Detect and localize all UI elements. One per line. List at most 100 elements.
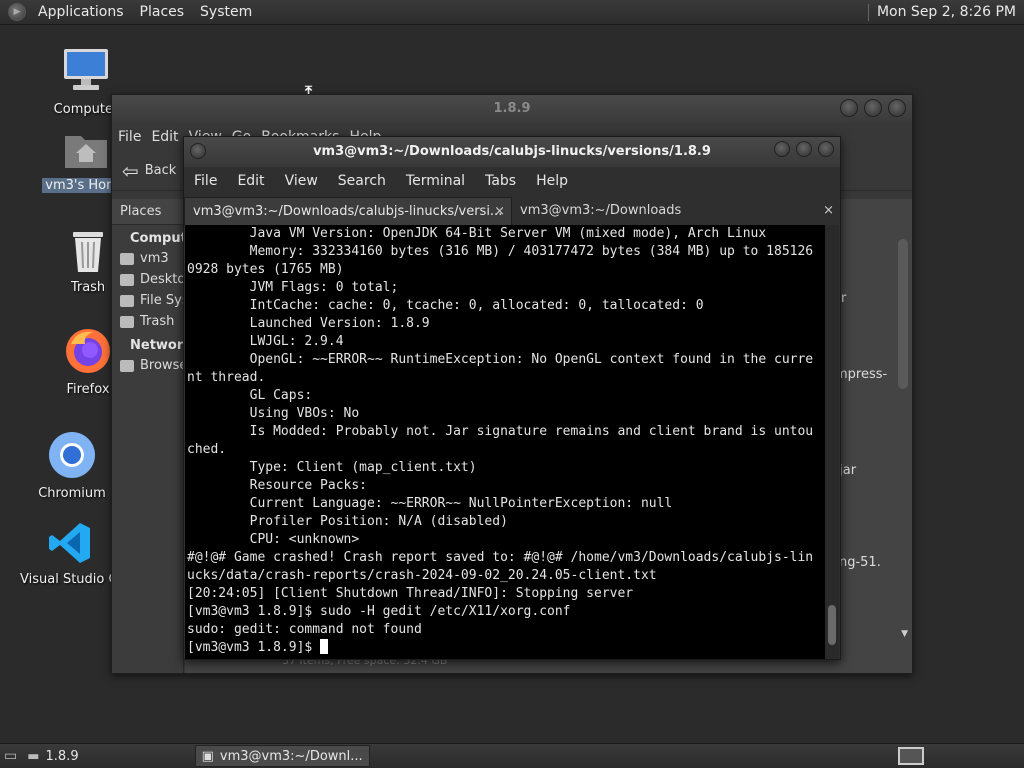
applications-menu[interactable]: Applications: [30, 0, 132, 25]
desktop-icon-label: Trash: [70, 280, 106, 295]
desktop-icon-chromium[interactable]: Chromium: [22, 430, 122, 505]
menu-file[interactable]: File: [194, 173, 217, 189]
terminal-menubar: File Edit View Search Terminal Tabs Help: [184, 167, 840, 195]
terminal-output[interactable]: Java VM Version: OpenJDK 64-Bit Server V…: [185, 225, 827, 659]
menu-help[interactable]: Help: [536, 173, 568, 189]
terminal-line: ucks/data/crash-reports/crash-2024-09-02…: [187, 568, 657, 583]
menu-search[interactable]: Search: [338, 173, 386, 189]
window-title: 1.8.9: [493, 101, 531, 116]
scrollbar-thumb[interactable]: [828, 605, 836, 645]
task-label: vm3@vm3:~/Downl...: [219, 748, 363, 764]
terminal-line: IntCache: cache: 0, tcache: 0, allocated…: [187, 298, 704, 313]
terminal-titlebar[interactable]: vm3@vm3:~/Downloads/calubjs-linucks/vers…: [184, 137, 840, 167]
sidebar-item-browse-network[interactable]: Browse Network: [112, 355, 183, 376]
terminal-icon: ▣: [201, 748, 214, 764]
file-manager-titlebar[interactable]: 1.8.9: [112, 95, 912, 123]
menu-file[interactable]: File: [118, 129, 141, 145]
terminal-line: nt thread.: [187, 370, 266, 385]
menu-view[interactable]: View: [285, 173, 318, 189]
terminal-line: JVM Flags: 0 total;: [187, 280, 399, 295]
taskbar-item-file-manager[interactable]: ▬ 1.8.9: [21, 745, 84, 767]
close-tab-icon[interactable]: ×: [823, 197, 834, 225]
terminal-line: Java VM Version: OpenJDK 64-Bit Server V…: [187, 226, 767, 241]
chromium-icon: [22, 430, 122, 484]
sidebar-item-label: vm3: [140, 251, 169, 266]
folder-icon: ▬: [27, 748, 40, 764]
panel-separator: [867, 3, 869, 21]
terminal-line: Type: Client (map_client.txt): [187, 460, 477, 475]
trash-icon: [120, 316, 134, 328]
close-button[interactable]: [818, 141, 834, 157]
maximize-button[interactable]: [796, 141, 812, 157]
terminal-window[interactable]: vm3@vm3:~/Downloads/calubjs-linucks/vers…: [183, 136, 841, 660]
text-cursor: [320, 639, 329, 654]
tab-label: vm3@vm3:~/Downloads: [520, 203, 682, 218]
places-sidebar: Places Computer vm3 Desktop File System …: [112, 199, 203, 673]
terminal-line: #@!@# Game crashed! Crash report saved t…: [187, 550, 814, 565]
terminal-line: CPU: <unknown>: [187, 532, 360, 547]
show-desktop-icon[interactable]: ▭: [4, 748, 17, 764]
bottom-panel: ▭ ▬ 1.8.9 ▣ vm3@vm3:~/Downl...: [0, 743, 1024, 768]
sidebar-item-label: Browse Network: [140, 358, 183, 373]
desktop-icon-label: Visual Studio Code: [20, 572, 120, 587]
menu-tabs[interactable]: Tabs: [485, 173, 516, 189]
file-list-scrollbar[interactable]: [898, 239, 908, 389]
minimize-button[interactable]: [840, 99, 858, 117]
sidebar-item-label: Trash: [140, 314, 175, 329]
terminal-line: Memory: 332334160 bytes (316 MB) / 40317…: [187, 244, 814, 259]
file-name-fragment: mpress-: [835, 367, 888, 382]
desktop-icon: [120, 274, 134, 286]
top-panel: ▶ Applications Places System Mon Sep 2, …: [0, 0, 1024, 25]
menu-terminal[interactable]: Terminal: [406, 173, 465, 189]
sidebar-item-desktop[interactable]: Desktop: [112, 269, 183, 290]
places-header[interactable]: Places: [112, 199, 183, 225]
file-name-fragment: r: [841, 291, 847, 306]
scroll-down-icon[interactable]: ▼: [901, 629, 908, 639]
network-icon: [120, 360, 134, 372]
terminal-line: sudo: gedit: command not found: [187, 622, 422, 637]
terminal-tabs: vm3@vm3:~/Downloads/calubjs-linucks/vers…: [184, 195, 840, 225]
menu-edit[interactable]: Edit: [151, 129, 178, 145]
desktop-icon-label: Firefox: [66, 382, 110, 397]
sidebar-item-label: File System: [140, 293, 183, 308]
terminal-prompt-line: [vm3@vm3 1.8.9]$: [187, 639, 827, 657]
minimize-button[interactable]: [774, 141, 790, 157]
window-title: vm3@vm3:~/Downloads/calubjs-linucks/vers…: [313, 144, 711, 159]
close-button[interactable]: [888, 99, 906, 117]
terminal-line: LWJGL: 2.9.4: [187, 334, 344, 349]
taskbar-item-terminal[interactable]: ▣ vm3@vm3:~/Downl...: [194, 745, 370, 767]
terminal-line: GL Caps:: [187, 388, 313, 403]
close-tab-icon[interactable]: ×: [494, 198, 505, 225]
shell-prompt: [vm3@vm3 1.8.9]$: [187, 640, 321, 655]
sidebar-item-home[interactable]: vm3: [112, 248, 183, 269]
terminal-line: OpenGL: ~~ERROR~~ RuntimeException: No O…: [187, 352, 814, 367]
tab-downloads[interactable]: vm3@vm3:~/Downloads ×: [512, 197, 840, 225]
tab-versions[interactable]: vm3@vm3:~/Downloads/calubjs-linucks/vers…: [184, 197, 512, 225]
desktop-icon-label: Computer: [53, 102, 119, 117]
terminal-line: Current Language: ~~ERROR~~ NullPointerE…: [187, 496, 673, 511]
menu-edit[interactable]: Edit: [237, 173, 264, 189]
terminal-line: ched.: [187, 442, 227, 457]
vscode-icon: [20, 520, 120, 570]
window-menu-button[interactable]: [190, 143, 206, 159]
sidebar-group-computer: Computer: [130, 231, 203, 246]
maximize-button[interactable]: [864, 99, 882, 117]
tab-label: vm3@vm3:~/Downloads/calubjs-linucks/vers…: [193, 204, 503, 219]
places-menu[interactable]: Places: [132, 0, 193, 25]
desktop-icon-vscode[interactable]: Visual Studio Code: [20, 520, 120, 591]
terminal-line: [vm3@vm3 1.8.9]$ sudo -H gedit /etc/X11/…: [187, 604, 571, 619]
sidebar-item-label: Desktop: [140, 272, 183, 287]
terminal-scrollbar[interactable]: [825, 225, 839, 659]
back-arrow-icon[interactable]: ⇦: [122, 159, 139, 183]
clock[interactable]: Mon Sep 2, 8:26 PM: [877, 4, 1024, 20]
workspace-switcher[interactable]: [898, 747, 924, 765]
computer-icon: [36, 46, 136, 100]
task-label: 1.8.9: [45, 748, 79, 764]
home-icon: [120, 253, 134, 265]
sidebar-item-filesystem[interactable]: File System: [112, 290, 183, 311]
distro-logo-icon[interactable]: ▶: [8, 3, 26, 21]
system-menu[interactable]: System: [192, 0, 260, 25]
sidebar-item-trash[interactable]: Trash: [112, 311, 183, 332]
drive-icon: [120, 295, 134, 307]
back-button[interactable]: Back: [145, 163, 177, 178]
